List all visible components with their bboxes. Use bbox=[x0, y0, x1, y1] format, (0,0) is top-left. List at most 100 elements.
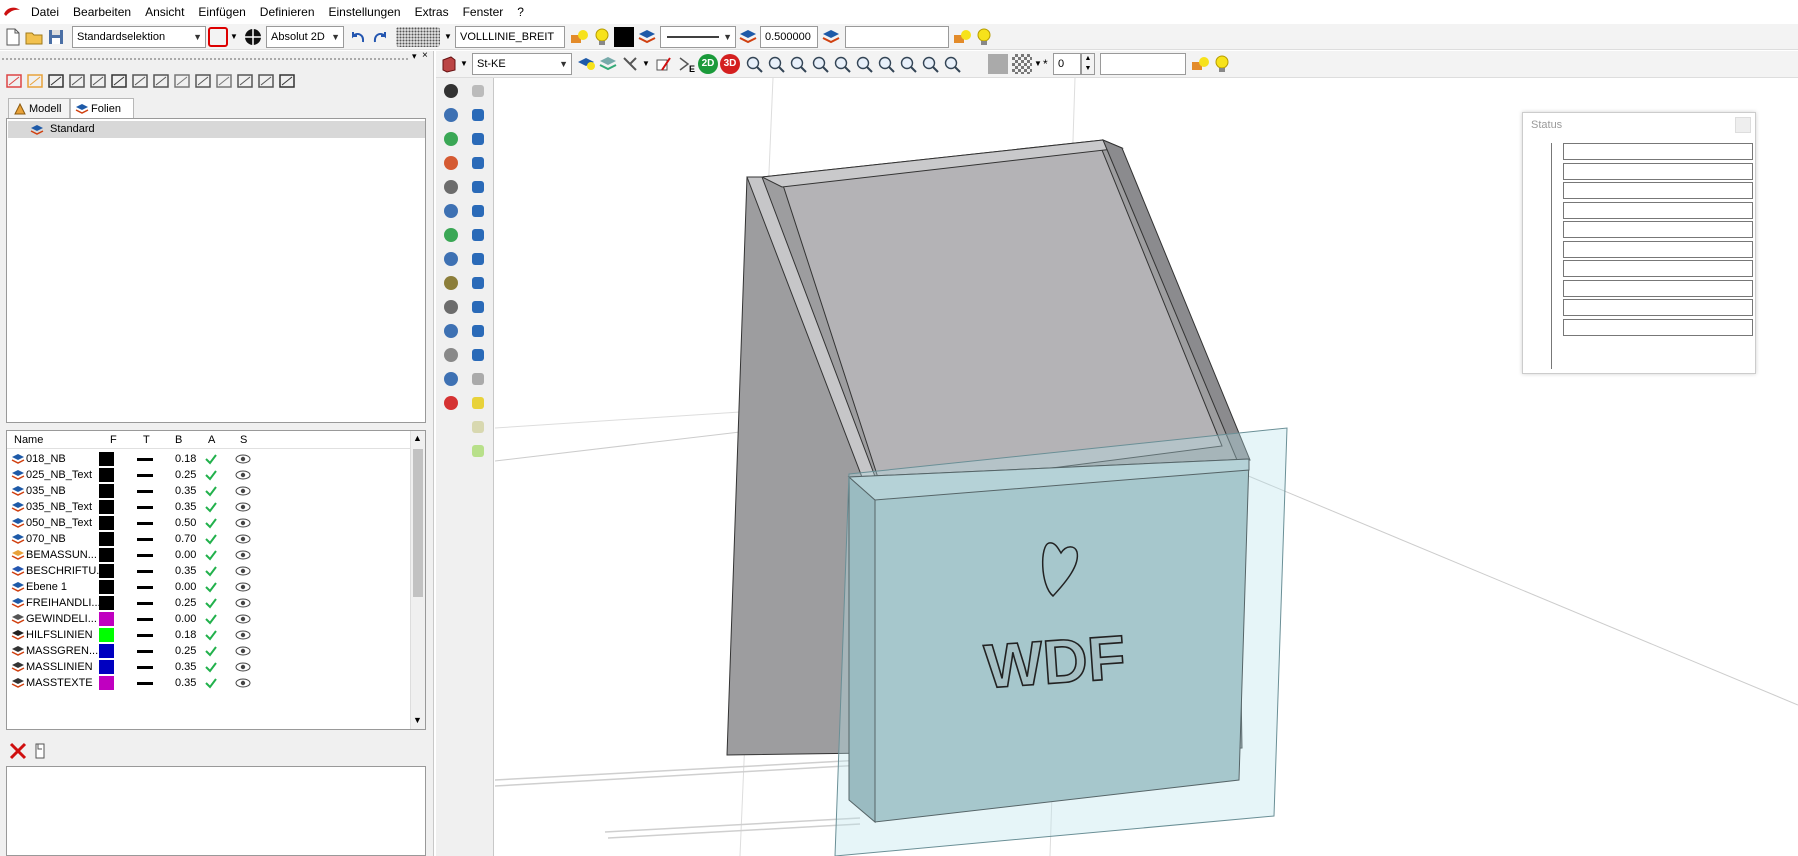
select-arrow-icon[interactable] bbox=[468, 81, 488, 101]
col-a[interactable]: A bbox=[208, 431, 215, 449]
pen-color-dropdown-icon[interactable]: ▼ bbox=[230, 32, 238, 41]
visibility-eye-icon[interactable] bbox=[235, 581, 251, 593]
slice-icon[interactable] bbox=[654, 54, 674, 74]
layer-lamp-2-icon[interactable] bbox=[576, 54, 596, 74]
notes-area[interactable] bbox=[6, 766, 426, 856]
active-check-icon[interactable] bbox=[204, 564, 218, 578]
line-type-icon[interactable] bbox=[137, 506, 153, 509]
visibility-eye-icon[interactable] bbox=[235, 453, 251, 465]
extrude-icon[interactable] bbox=[468, 201, 488, 221]
visibility-eye-icon[interactable] bbox=[235, 677, 251, 689]
active-check-icon[interactable] bbox=[204, 484, 218, 498]
green-pen-icon[interactable] bbox=[441, 225, 461, 245]
active-check-icon[interactable] bbox=[204, 628, 218, 642]
pan-view-icon[interactable] bbox=[766, 54, 786, 74]
layer-color-swatch[interactable] bbox=[99, 484, 114, 498]
layer-stack-icon[interactable] bbox=[637, 27, 657, 47]
rotate-view-icon[interactable] bbox=[744, 54, 764, 74]
rotate-icon[interactable] bbox=[854, 54, 874, 74]
hatch-dropdown-icon[interactable]: ▼ bbox=[1034, 59, 1042, 68]
sweep-icon[interactable] bbox=[468, 249, 488, 269]
folien-tree[interactable]: Standard bbox=[6, 118, 426, 423]
color-ball-icon[interactable] bbox=[468, 417, 488, 437]
color-swatch-icon[interactable] bbox=[614, 27, 634, 47]
sphere-solid-icon[interactable] bbox=[468, 153, 488, 173]
mirror-icon[interactable] bbox=[151, 71, 171, 91]
menu-item-einstellungen[interactable]: Einstellungen bbox=[322, 0, 408, 24]
mode-3d-button[interactable]: 3D bbox=[720, 54, 740, 74]
globe-icon[interactable] bbox=[441, 129, 461, 149]
active-check-icon[interactable] bbox=[204, 676, 218, 690]
layer-color-swatch[interactable] bbox=[99, 564, 114, 578]
status-close-button[interactable] bbox=[1735, 117, 1751, 133]
torus-icon[interactable] bbox=[468, 177, 488, 197]
layer-copy-icon[interactable] bbox=[30, 741, 50, 761]
active-check-icon[interactable] bbox=[204, 596, 218, 610]
layer-color-swatch[interactable] bbox=[99, 612, 114, 626]
view-settings-dropdown-icon[interactable]: ▼ bbox=[642, 59, 650, 68]
layer-row[interactable]: MASSTEXTE 0.35 bbox=[7, 674, 411, 692]
line-type-icon[interactable] bbox=[137, 458, 153, 461]
redo-icon[interactable] bbox=[370, 27, 390, 47]
layer-color-swatch[interactable] bbox=[99, 580, 114, 594]
layer-settings-icon[interactable] bbox=[821, 27, 841, 47]
edit-icon[interactable] bbox=[88, 71, 108, 91]
menu-item-bearbeiten[interactable]: Bearbeiten bbox=[66, 0, 138, 24]
line-type-icon[interactable] bbox=[137, 634, 153, 637]
mode-2d-button[interactable]: 2D bbox=[698, 54, 718, 74]
box-icon[interactable] bbox=[942, 54, 962, 74]
menu-item-extras[interactable]: Extras bbox=[408, 0, 456, 24]
zoom-all-icon[interactable] bbox=[876, 54, 896, 74]
coordinate-icon[interactable] bbox=[243, 27, 263, 47]
view-settings-icon[interactable] bbox=[620, 54, 640, 74]
dimension-icon[interactable] bbox=[193, 71, 213, 91]
menu-item-einf-gen[interactable]: Einfügen bbox=[191, 0, 252, 24]
pencil-icon[interactable] bbox=[67, 71, 87, 91]
visibility-eye-icon[interactable] bbox=[235, 565, 251, 577]
undo-icon[interactable] bbox=[348, 27, 368, 47]
visibility-eye-icon[interactable] bbox=[235, 613, 251, 625]
visibility-eye-icon[interactable] bbox=[235, 645, 251, 657]
line-type-icon[interactable] bbox=[137, 682, 153, 685]
layer-color-swatch[interactable] bbox=[99, 676, 114, 690]
visibility-eye-icon[interactable] bbox=[235, 661, 251, 673]
panel-grip[interactable] bbox=[2, 58, 408, 60]
visibility-eye-icon[interactable] bbox=[235, 597, 251, 609]
active-check-icon[interactable] bbox=[204, 516, 218, 530]
fillet-icon[interactable] bbox=[468, 297, 488, 317]
visibility-eye-icon[interactable] bbox=[235, 517, 251, 529]
cube-solid-icon[interactable] bbox=[468, 105, 488, 125]
layer-scrollbar[interactable]: ▲ ▼ bbox=[410, 431, 425, 729]
selection-mode-select[interactable]: Standardselektion ▼ bbox=[72, 26, 206, 48]
material-ball-icon[interactable] bbox=[468, 369, 488, 389]
counter-field[interactable]: 0 bbox=[1053, 53, 1081, 75]
lightbulb-2-icon[interactable] bbox=[974, 27, 994, 47]
loft-icon[interactable] bbox=[468, 225, 488, 245]
copy-block-icon[interactable] bbox=[235, 71, 255, 91]
save-icon[interactable] bbox=[46, 27, 66, 47]
circle-select-icon[interactable] bbox=[46, 71, 66, 91]
eraser-icon[interactable] bbox=[441, 393, 461, 413]
visibility-eye-icon[interactable] bbox=[235, 485, 251, 497]
counter-spinner[interactable]: ▲ ▼ bbox=[1081, 53, 1095, 75]
line-style-select[interactable]: ▼ bbox=[660, 26, 736, 48]
sphere-icon[interactable] bbox=[441, 105, 461, 125]
lightbulb-icon[interactable] bbox=[592, 27, 612, 47]
col-name[interactable]: Name bbox=[14, 431, 43, 449]
active-check-icon[interactable] bbox=[204, 468, 218, 482]
shell-icon[interactable] bbox=[468, 321, 488, 341]
active-check-icon[interactable] bbox=[204, 548, 218, 562]
active-check-icon[interactable] bbox=[204, 452, 218, 466]
rotate-tool-icon[interactable] bbox=[441, 201, 461, 221]
grid-pattern-icon[interactable] bbox=[396, 27, 440, 47]
label-tool-icon[interactable] bbox=[441, 297, 461, 317]
tab-modell[interactable]: Modell bbox=[8, 98, 70, 118]
scroll-down-icon[interactable]: ▼ bbox=[413, 715, 422, 725]
draw-line-icon[interactable] bbox=[441, 153, 461, 173]
info-icon[interactable] bbox=[441, 369, 461, 389]
line-type-icon[interactable] bbox=[137, 570, 153, 573]
render-icon[interactable] bbox=[598, 54, 618, 74]
zoom-out-icon[interactable] bbox=[832, 54, 852, 74]
line-type-icon[interactable] bbox=[137, 650, 153, 653]
layer-color-swatch[interactable] bbox=[99, 468, 114, 482]
